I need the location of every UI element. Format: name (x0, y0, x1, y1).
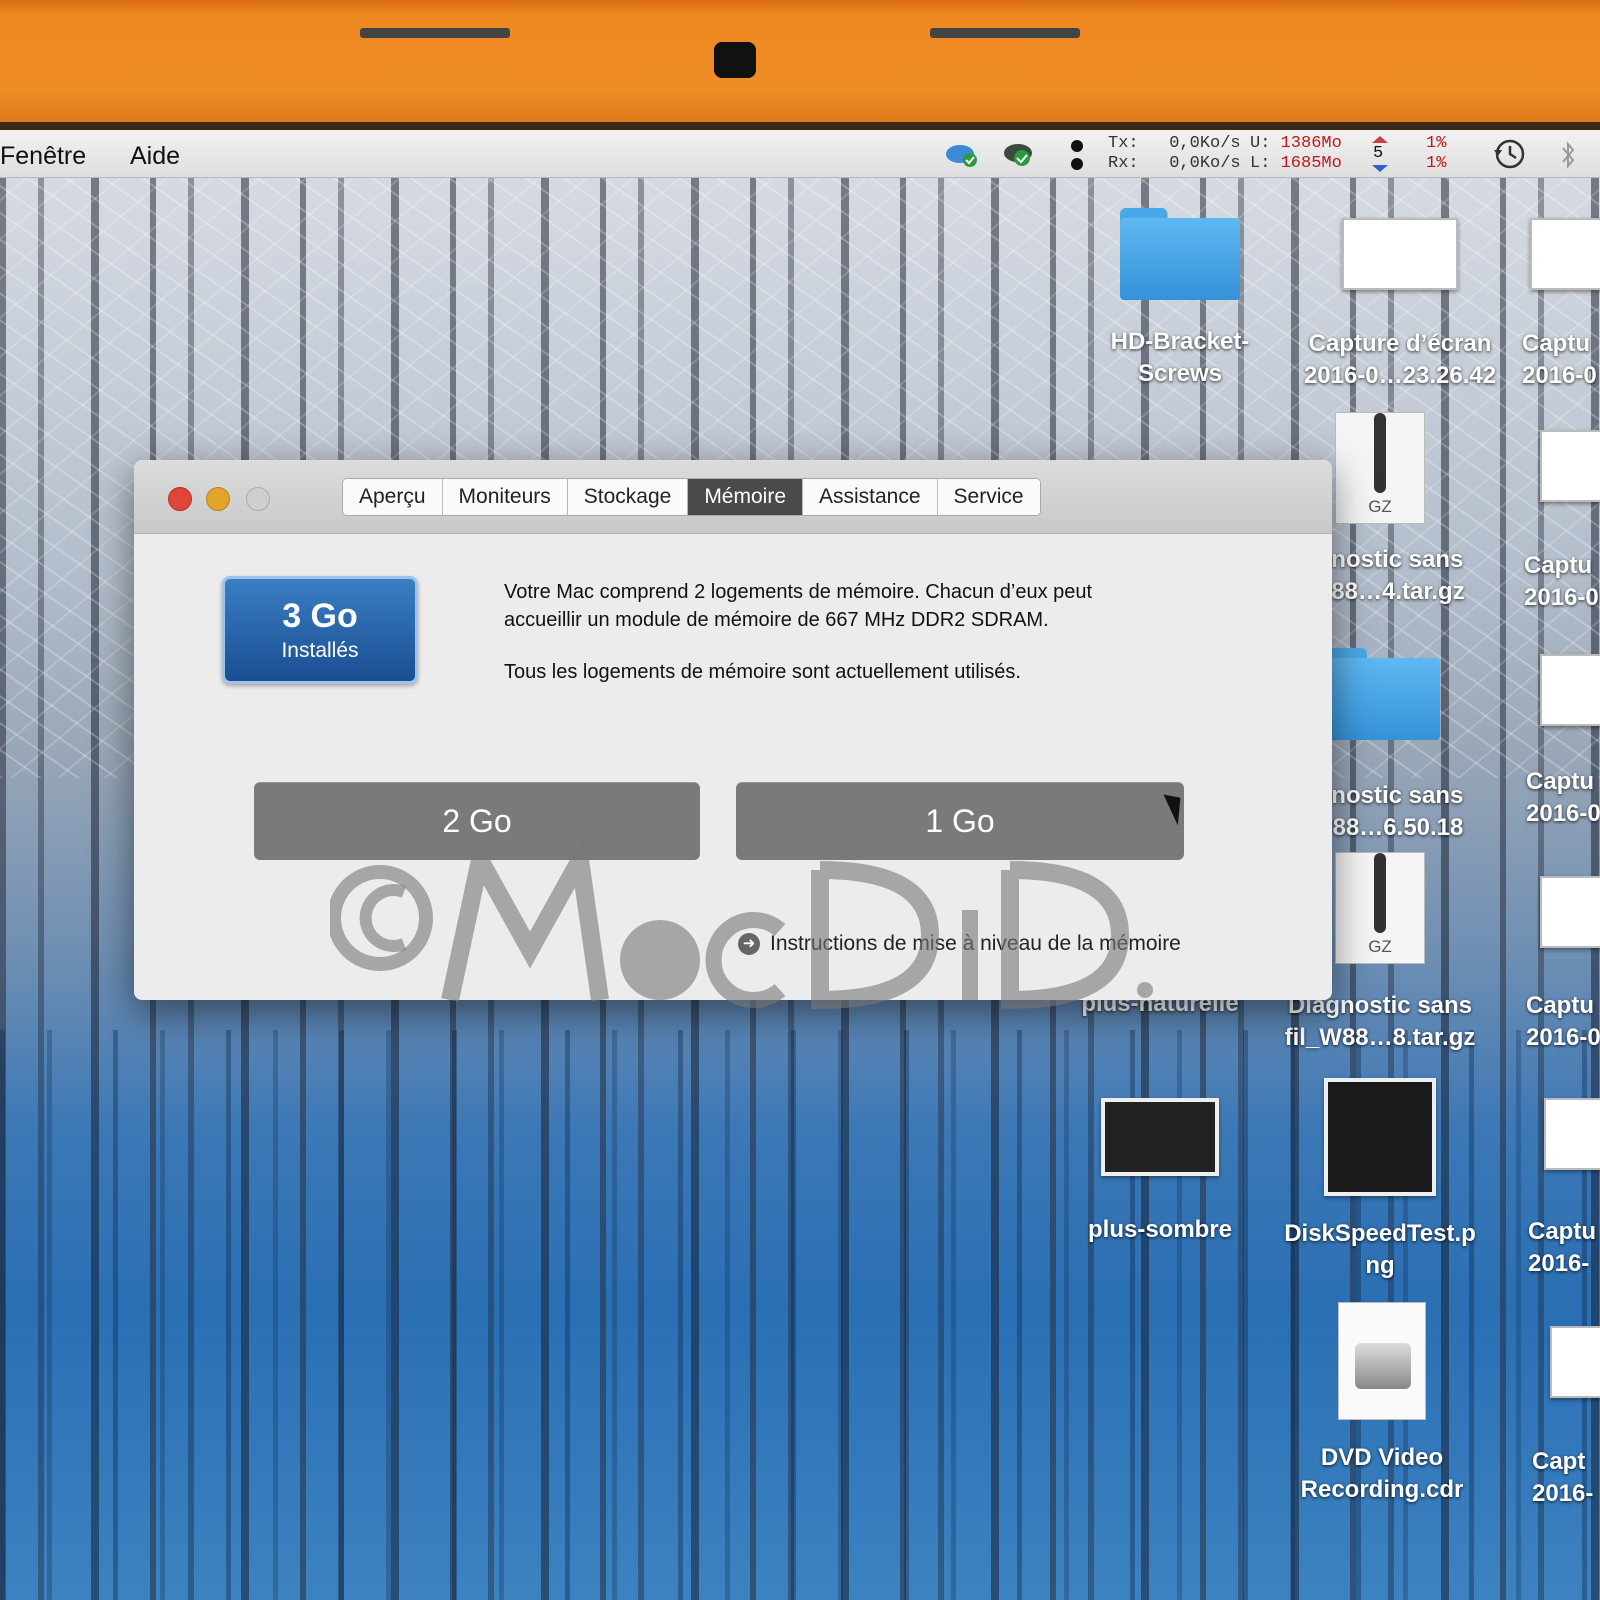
folder-icon (1320, 648, 1440, 740)
memory-monitor[interactable]: U: 1386Mo L: 1685Mo (1250, 134, 1342, 174)
bluetooth-icon[interactable] (1560, 140, 1576, 170)
desktop-screenshot-5[interactable]: Captu 2016-0 (1490, 876, 1600, 1054)
tab-assistance[interactable]: Assistance (803, 479, 938, 515)
memory-installed-caption: Installés (281, 639, 359, 662)
camera-icon (714, 42, 756, 78)
rx-value: 0,0Ko/s (1169, 154, 1241, 173)
desktop-diskspeedtest[interactable]: DiskSpeedTest.p ng (1270, 1078, 1490, 1282)
used-label: U: (1250, 134, 1271, 153)
memory-usage-text: Tous les logements de mémoire sont actue… (504, 661, 1021, 683)
desktop-dvd-recording[interactable]: DVD Video Recording.cdr (1272, 1302, 1492, 1506)
disk-image-icon (1338, 1302, 1426, 1420)
image-thumbnail-icon (1101, 1098, 1219, 1176)
gz-file-icon: GZ (1335, 852, 1425, 964)
menu-help[interactable]: Aide (130, 142, 180, 171)
watermark-logo (327, 830, 1240, 1051)
bezel-hinge (360, 28, 510, 38)
watermark-graphic (327, 832, 1153, 1010)
tx-label: Tx: (1108, 134, 1139, 153)
used-value: 1386Mo (1280, 134, 1342, 153)
zoom-button[interactable] (246, 487, 270, 511)
desktop-icon-label: DVD Video Recording.cdr (1300, 1444, 1464, 1503)
gz-file-icon: GZ (1335, 412, 1425, 524)
folder-icon (1120, 208, 1240, 300)
desktop-screenshot-3[interactable]: Captu 2016-0 (1490, 430, 1600, 614)
gz-label: GZ (1368, 497, 1392, 516)
menu-window[interactable]: Fenêtre (0, 142, 86, 171)
memory-slots-text: Votre Mac comprend 2 logements de mémoir… (504, 581, 1093, 631)
memory-total: 3 Go (282, 597, 358, 635)
tab-apercu[interactable]: Aperçu (343, 479, 443, 515)
desktop-screenshot-7[interactable]: Capt 2016- (1490, 1326, 1600, 1510)
network-monitor[interactable]: Tx: 0,0Ko/s Rx: 0,0Ko/s (1108, 134, 1241, 174)
desktop-icon-label: Captu 2016-0 (1522, 330, 1597, 389)
rx-label: Rx: (1108, 154, 1139, 173)
tab-moniteurs[interactable]: Moniteurs (442, 479, 568, 515)
desktop-icon-label: Captu 2016-0 (1524, 552, 1599, 611)
tab-bar: Aperçu Moniteurs Stockage Mémoire Assist… (342, 478, 1041, 516)
shield-check-icon[interactable] (1002, 138, 1038, 168)
desktop-icon-label: Capt 2016- (1532, 1448, 1594, 1507)
desktop-icon-label: Captu 2016- (1528, 1218, 1596, 1277)
screenshot-thumbnail-icon (1342, 218, 1458, 290)
desktop-icon-label: Captu 2016-0 (1526, 992, 1600, 1051)
screenshot-thumbnail-icon (1544, 1098, 1600, 1170)
minimize-button[interactable] (206, 487, 230, 511)
window-titlebar: Aperçu Moniteurs Stockage Mémoire Assist… (134, 460, 1332, 534)
dots-status-icon[interactable] (1070, 138, 1084, 172)
close-button[interactable] (168, 487, 192, 511)
tab-service[interactable]: Service (937, 479, 1040, 515)
cpu-monitor[interactable]: 1% 1% (1426, 134, 1446, 174)
screenshot-thumbnail-icon (1540, 876, 1600, 948)
process-count: 5 (1373, 144, 1384, 163)
gz-label: GZ (1368, 937, 1392, 956)
screenshot-thumbnail-icon (1540, 654, 1600, 726)
desktop-screenshot-4[interactable]: Captu 2016-0 (1490, 654, 1600, 830)
memory-installed-badge: 3 Go Installés (222, 576, 418, 684)
cpu-top: 1% (1426, 134, 1447, 153)
bezel-hinge (930, 28, 1080, 38)
desktop-folder-hd-bracket[interactable]: HD-Bracket- Screws (1070, 208, 1290, 390)
desktop-screenshot-1[interactable]: Capture d’écran 2016-0…23.26.42 (1290, 218, 1510, 392)
tab-memoire[interactable]: Mémoire (688, 479, 803, 515)
bezel-rim (0, 122, 1600, 130)
desktop-icon-label: HD-Bracket- Screws (1110, 328, 1250, 387)
memory-description: Votre Mac comprend 2 logements de mémoir… (504, 578, 1144, 686)
image-thumbnail-icon (1324, 1078, 1436, 1196)
screenshot-thumbnail-icon (1530, 218, 1600, 290)
desktop-icon-label: DiskSpeedTest.p ng (1284, 1220, 1476, 1279)
cloud-sync-icon[interactable] (944, 138, 980, 168)
screenshot-thumbnail-icon (1550, 1326, 1600, 1398)
desktop-screenshot-6[interactable]: Captu 2016- (1490, 1098, 1600, 1280)
menu-bar: Fenêtre Aide Tx: 0,0Ko/s Rx: 0,0Ko/s U: … (0, 130, 1600, 178)
time-machine-icon[interactable] (1492, 138, 1526, 170)
desktop-icon-label: Capture d’écran 2016-0…23.26.42 (1303, 330, 1497, 389)
screenshot-thumbnail-icon (1540, 430, 1600, 502)
tx-value: 0,0Ko/s (1169, 134, 1241, 153)
laptop-bezel (0, 0, 1600, 130)
desktop-screenshot-2[interactable]: Captu 2016-0 (1490, 218, 1600, 392)
desktop-plus-sombre[interactable]: plus-sombre (1050, 1098, 1270, 1246)
tab-stockage[interactable]: Stockage (567, 479, 689, 515)
free-label: L: (1250, 154, 1271, 173)
desktop-icon-label: Captu 2016-0 (1526, 768, 1600, 827)
free-value: 1685Mo (1280, 154, 1342, 173)
desktop-icon-label: plus-sombre (1087, 1216, 1233, 1243)
cpu-bottom: 1% (1426, 154, 1447, 173)
